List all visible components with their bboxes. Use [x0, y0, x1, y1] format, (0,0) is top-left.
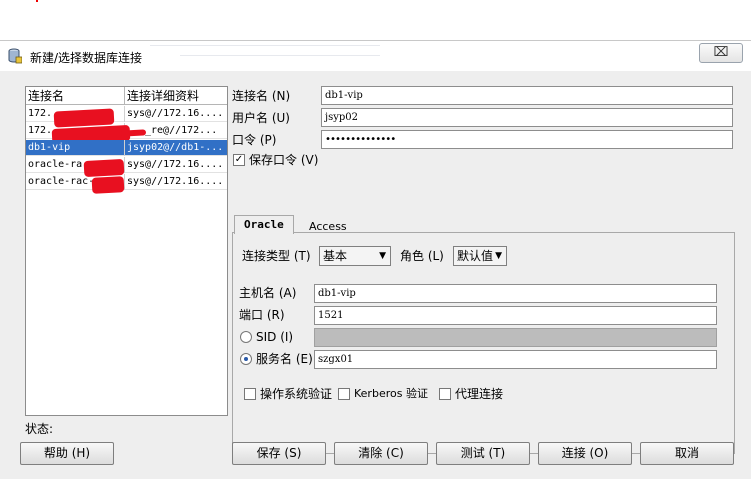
- list-item[interactable]: oracle-rac- sys@//172.16....: [26, 174, 227, 194]
- password-field[interactable]: ••••••••••••••: [321, 130, 733, 149]
- username-field[interactable]: jsyp02: [321, 108, 733, 127]
- os-auth-label: 操作系统验证: [260, 387, 333, 401]
- chevron-down-icon: ▼: [495, 251, 502, 261]
- window-title: 新建/选择数据库连接: [30, 51, 143, 65]
- connect-button[interactable]: 连接 (O): [538, 442, 632, 465]
- chevron-down-icon: ▼: [379, 251, 386, 261]
- column-header-details[interactable]: 连接详细资料: [125, 87, 227, 105]
- connection-type-value: 基本: [323, 249, 348, 263]
- tab-oracle[interactable]: Oracle: [234, 215, 294, 234]
- title-decoration: [180, 55, 380, 56]
- oracle-settings-pane: 连接类型 (T) 基本 ▼ 角色 (L) 默认值 ▼ 主机名 (A) db1-v…: [232, 232, 735, 454]
- role-select[interactable]: 默认值 ▼: [453, 246, 507, 266]
- proxy-connection-checkbox[interactable]: [439, 388, 451, 400]
- redaction-mark: [91, 176, 125, 194]
- title-bar: 新建/选择数据库连接 ⌧: [0, 41, 751, 71]
- service-name-label: 服务名 (E): [256, 352, 313, 366]
- clear-button[interactable]: 清除 (C): [334, 442, 428, 465]
- port-label: 端口 (R): [239, 308, 285, 322]
- hostname-label: 主机名 (A): [239, 286, 297, 300]
- kerberos-label: Kerberos 验证: [354, 387, 428, 400]
- title-decoration: [150, 45, 380, 46]
- close-button[interactable]: ⌧: [699, 43, 743, 63]
- list-item[interactable]: db1-vip jsyp02@//db1-...: [26, 140, 227, 156]
- connection-name-label: 连接名 (N): [232, 89, 291, 103]
- test-button[interactable]: 测试 (T): [436, 442, 530, 465]
- hostname-field[interactable]: db1-vip: [314, 284, 717, 303]
- cancel-button[interactable]: 取消: [640, 442, 734, 465]
- role-value: 默认值: [457, 249, 494, 263]
- status-label: 状态:: [25, 422, 54, 436]
- list-item[interactable]: 172. sys@//172.16....: [26, 106, 227, 128]
- connection-details-panel: 连接名 (N) db1-vip 用户名 (U) jsyp02 口令 (P) ••…: [230, 86, 735, 454]
- help-button[interactable]: 帮助 (H): [20, 442, 114, 465]
- os-auth-checkbox[interactable]: [244, 388, 256, 400]
- sid-radio[interactable]: [240, 331, 252, 343]
- connection-details: jsyp02@//db1-...: [127, 142, 224, 153]
- database-icon: [8, 48, 22, 64]
- proxy-connection-label: 代理连接: [455, 387, 504, 401]
- role-label: 角色 (L): [400, 249, 444, 263]
- list-item[interactable]: oracle-ra sys@//172.16....: [26, 157, 227, 178]
- sid-field[interactable]: [314, 328, 717, 347]
- port-field[interactable]: 1521: [314, 306, 717, 325]
- connection-name: db1-vip: [26, 140, 125, 156]
- list-item[interactable]: 172. _re@//172...: [26, 123, 227, 146]
- save-password-checkbox[interactable]: ✓: [233, 154, 245, 166]
- connection-type-select[interactable]: 基本 ▼: [319, 246, 391, 266]
- connection-type-label: 连接类型 (T): [242, 249, 311, 263]
- list-header: 连接名 连接详细资料: [26, 87, 227, 105]
- save-password-label: 保存口令 (V): [249, 153, 319, 167]
- service-name-radio[interactable]: [240, 353, 252, 365]
- connection-details: sys@//172.16....: [127, 159, 224, 170]
- connection-details: sys@//172.16....: [127, 176, 224, 187]
- kerberos-checkbox[interactable]: [338, 388, 350, 400]
- service-name-field[interactable]: szgx01: [314, 350, 717, 369]
- new-connection-dialog: 新建/选择数据库连接 ⌧ 连接名 连接详细资料 172. sys@//172.1…: [0, 40, 751, 479]
- password-label: 口令 (P): [232, 133, 277, 147]
- connection-name-field[interactable]: db1-vip: [321, 86, 733, 105]
- connection-details: sys@//172.16....: [127, 108, 224, 119]
- connection-list[interactable]: 连接名 连接详细资料 172. sys@//172.16.... 172. _r…: [25, 86, 228, 416]
- sid-label: SID (I): [256, 330, 294, 344]
- save-button[interactable]: 保存 (S): [232, 442, 326, 465]
- close-icon: ⌧: [713, 45, 729, 60]
- column-header-name[interactable]: 连接名: [26, 87, 125, 105]
- username-label: 用户名 (U): [232, 111, 290, 125]
- top-marker: [36, 0, 38, 2]
